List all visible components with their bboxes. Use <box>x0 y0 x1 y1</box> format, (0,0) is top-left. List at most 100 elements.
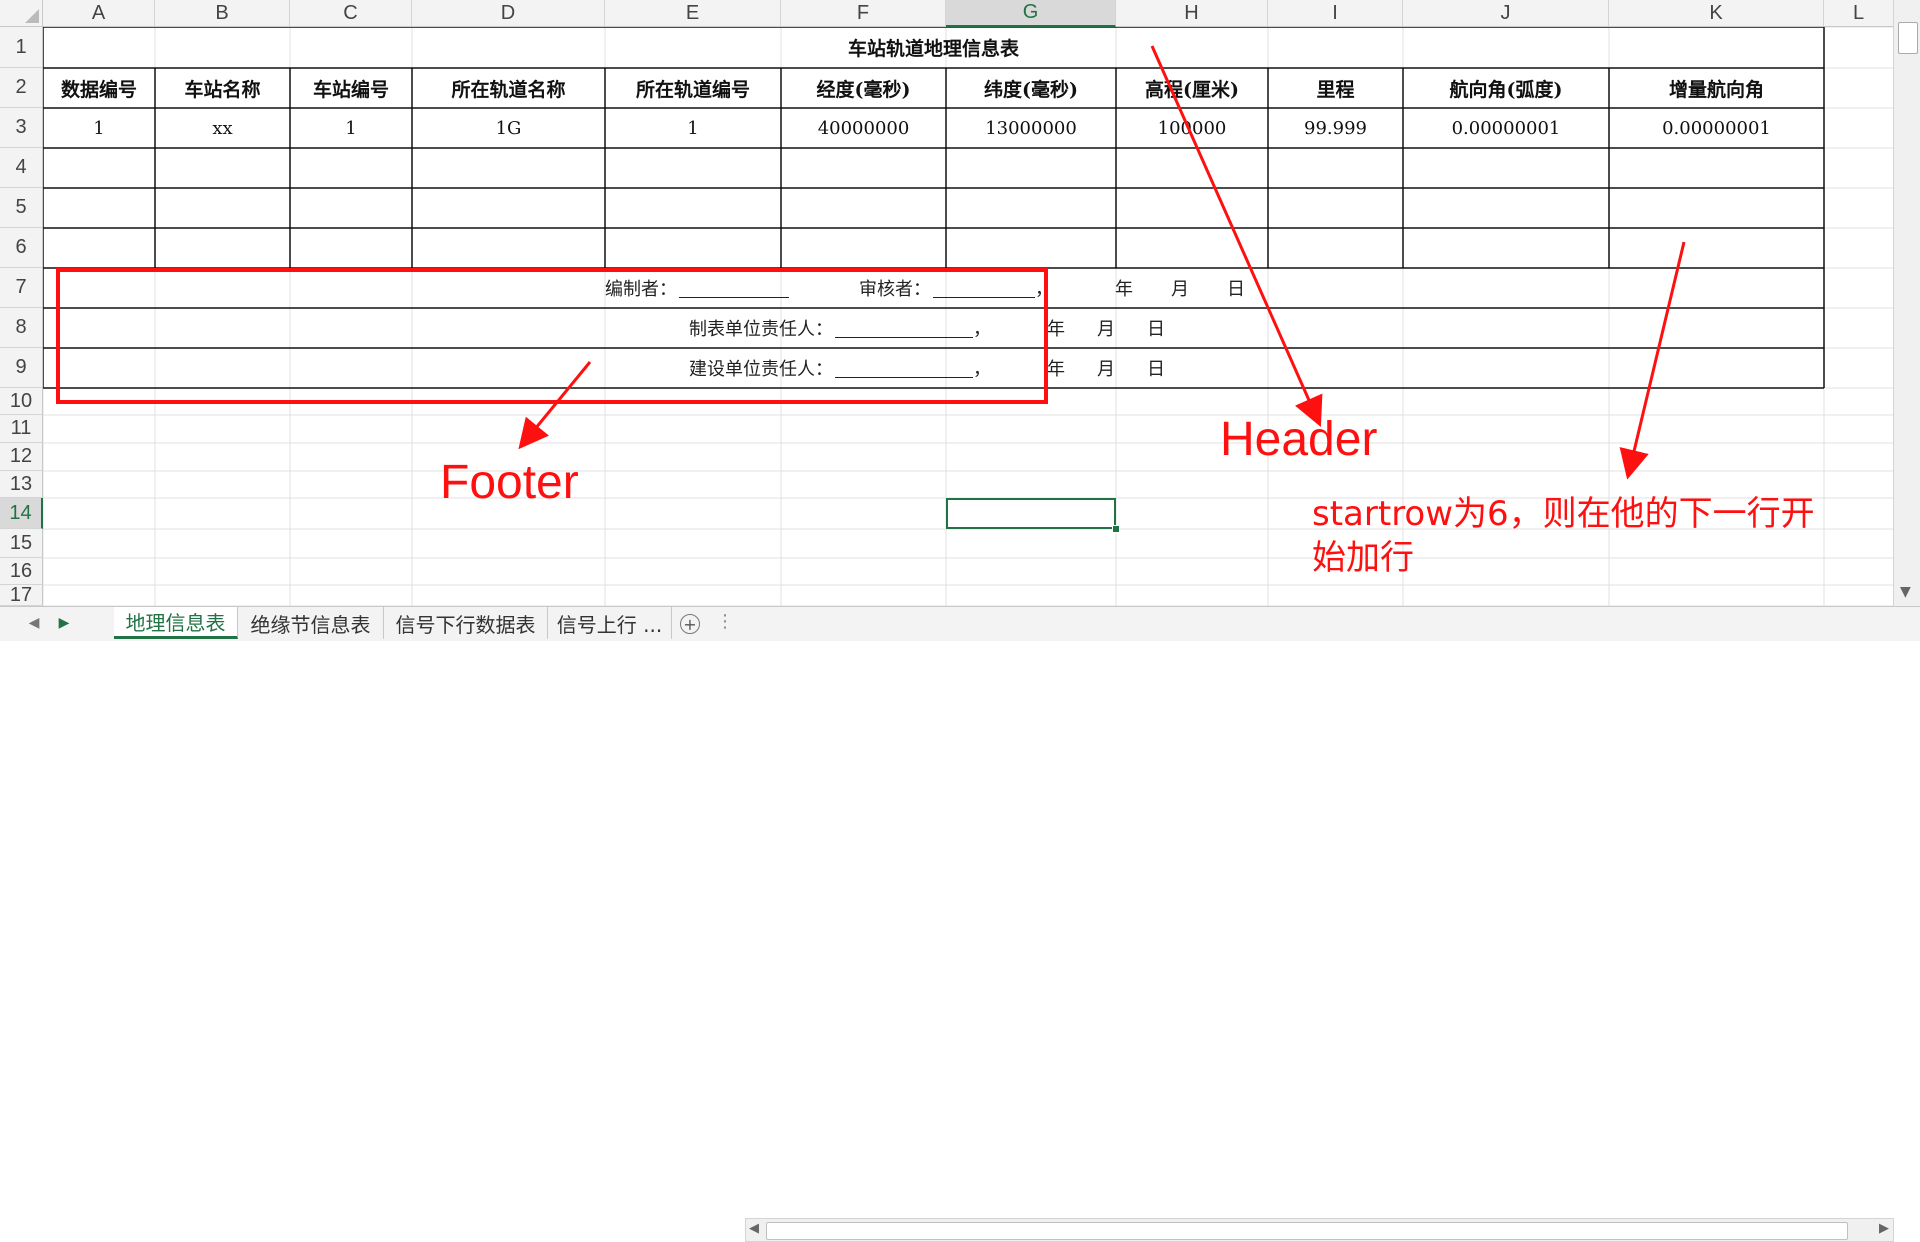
compiler-label: 编制者： <box>605 279 677 300</box>
header-cell[interactable]: 所在轨道名称 <box>412 68 605 108</box>
row-header-17[interactable]: 17 <box>0 584 43 606</box>
data-cell[interactable]: 1 <box>605 108 781 148</box>
row-header-11[interactable]: 11 <box>0 415 43 443</box>
header-cell[interactable]: 车站名称 <box>155 68 290 108</box>
reviewer-blank[interactable] <box>933 279 1035 298</box>
data-cell[interactable]: 1G <box>412 108 605 148</box>
column-header-d[interactable]: D <box>412 0 605 27</box>
header-cell[interactable]: 里程 <box>1268 68 1403 108</box>
horizontal-scroll-thumb[interactable] <box>766 1222 1848 1240</box>
row-header-8[interactable]: 8 <box>0 308 43 348</box>
column-header-c[interactable]: C <box>290 0 412 27</box>
row-header-1[interactable]: 1 <box>0 27 43 68</box>
row-header-6[interactable]: 6 <box>0 228 43 268</box>
column-header-f[interactable]: F <box>781 0 946 27</box>
data-cell[interactable]: 100000 <box>1116 108 1268 148</box>
row-header-7[interactable]: 7 <box>0 268 43 308</box>
table-unit-label: 制表单位责任人： <box>689 319 833 340</box>
comma-7: ， <box>1035 279 1053 300</box>
vertical-scrollbar[interactable]: ▼ <box>1893 0 1920 606</box>
row-header-14[interactable]: 14 <box>0 498 43 529</box>
footer-row-8: 制表单位责任人： ， 年 月 日 <box>689 308 1165 348</box>
column-header-k[interactable]: K <box>1609 0 1824 27</box>
header-annotation: Header <box>1220 413 1378 466</box>
row-header-5[interactable]: 5 <box>0 188 43 228</box>
startrow-annotation-line1: startrow为6，则在他的下一行开 <box>1312 494 1815 534</box>
month-label-8: 月 <box>1097 319 1115 340</box>
header-cell[interactable]: 车站编号 <box>290 68 412 108</box>
year-label-7: 年 <box>1115 279 1133 300</box>
column-header-j[interactable]: J <box>1403 0 1609 27</box>
vertical-scroll-thumb[interactable] <box>1898 22 1918 54</box>
row-header-15[interactable]: 15 <box>0 529 43 558</box>
startrow-annotation-line2: 始加行 <box>1312 538 1414 578</box>
header-cell[interactable]: 纬度(毫秒) <box>946 68 1116 108</box>
row-header-4[interactable]: 4 <box>0 148 43 188</box>
data-cell[interactable]: 0.00000001 <box>1403 108 1609 148</box>
selected-cell-g14[interactable] <box>946 498 1116 529</box>
comma-9: ， <box>973 359 991 380</box>
column-header-g[interactable]: G <box>946 0 1116 27</box>
data-cell[interactable]: 99.999 <box>1268 108 1403 148</box>
reviewer-label: 审核者： <box>859 279 931 300</box>
fill-handle[interactable] <box>1112 525 1120 533</box>
data-cell[interactable]: 1 <box>290 108 412 148</box>
year-label-9: 年 <box>1047 359 1065 380</box>
tab-prev-icon[interactable]: ◀ <box>24 613 44 633</box>
tab-signal-up[interactable]: 信号上行 ... <box>548 607 672 639</box>
scroll-left-icon[interactable]: ◀ <box>749 1221 759 1236</box>
data-cell[interactable]: 13000000 <box>946 108 1116 148</box>
tab-split-icon[interactable]: ⋮ <box>716 611 734 632</box>
header-cell[interactable]: 数据编号 <box>43 68 155 108</box>
header-cell[interactable]: 航向角(弧度) <box>1403 68 1609 108</box>
tab-next-icon[interactable]: ▶ <box>54 613 74 633</box>
column-header-h[interactable]: H <box>1116 0 1268 27</box>
month-label-7: 月 <box>1171 279 1189 300</box>
scroll-right-icon[interactable]: ▶ <box>1879 1221 1889 1236</box>
plus-circle-icon[interactable]: + <box>680 614 700 634</box>
footer-row-9: 建设单位责任人： ， 年 月 日 <box>689 348 1165 388</box>
tab-geo-info[interactable]: 地理信息表 <box>114 607 238 639</box>
scroll-down-icon[interactable]: ▼ <box>1900 584 1911 600</box>
footer-row-7: 编制者： 审核者： ， 年 月 日 <box>605 268 1245 308</box>
row-header-10[interactable]: 10 <box>0 388 43 415</box>
column-header-l[interactable]: L <box>1824 0 1894 27</box>
row-header-3[interactable]: 3 <box>0 108 43 148</box>
tab-insulation-info[interactable]: 绝缘节信息表 <box>238 607 384 639</box>
construction-unit-blank[interactable] <box>835 359 973 378</box>
header-cell[interactable]: 增量航向角 <box>1609 68 1824 108</box>
horizontal-scrollbar[interactable]: ◀ ▶ <box>745 1218 1894 1242</box>
construction-unit-label: 建设单位责任人： <box>689 359 833 380</box>
row-header-13[interactable]: 13 <box>0 471 43 498</box>
comma-8: ， <box>973 319 991 340</box>
day-label-7: 日 <box>1227 279 1245 300</box>
data-cell[interactable]: 0.00000001 <box>1609 108 1824 148</box>
table-unit-blank[interactable] <box>835 319 973 338</box>
column-header-i[interactable]: I <box>1268 0 1403 27</box>
month-label-9: 月 <box>1097 359 1115 380</box>
tab-signal-down[interactable]: 信号下行数据表 <box>384 607 548 639</box>
footer-annotation: Footer <box>440 456 579 509</box>
spreadsheet-grid[interactable]: A B C D E F G H I J K L 1 2 3 4 5 6 7 8 9 10 11 12 13 14 15 16 17 车站… <box>0 0 1920 640</box>
header-cell[interactable]: 经度(毫秒) <box>781 68 946 108</box>
header-cell[interactable]: 高程(厘米) <box>1116 68 1268 108</box>
data-cell[interactable]: xx <box>155 108 290 148</box>
year-label-8: 年 <box>1047 319 1065 340</box>
row-header-9[interactable]: 9 <box>0 348 43 388</box>
column-header-b[interactable]: B <box>155 0 290 27</box>
day-label-9: 日 <box>1147 359 1165 380</box>
select-all-corner[interactable] <box>0 0 43 27</box>
row-header-2[interactable]: 2 <box>0 68 43 108</box>
data-cell[interactable]: 40000000 <box>781 108 946 148</box>
row-header-12[interactable]: 12 <box>0 443 43 471</box>
compiler-blank[interactable] <box>679 279 789 298</box>
day-label-8: 日 <box>1147 319 1165 340</box>
sheet-tab-bar: ◀ ▶ 地理信息表 绝缘节信息表 信号下行数据表 信号上行 ... + ⋮ ◀ … <box>0 606 1920 1242</box>
column-header-a[interactable]: A <box>43 0 155 27</box>
row-header-16[interactable]: 16 <box>0 558 43 585</box>
column-header-e[interactable]: E <box>605 0 781 27</box>
data-cell[interactable]: 1 <box>43 108 155 148</box>
header-cell[interactable]: 所在轨道编号 <box>605 68 781 108</box>
select-all-icon <box>25 9 39 23</box>
table-title[interactable]: 车站轨道地理信息表 <box>43 27 1824 68</box>
